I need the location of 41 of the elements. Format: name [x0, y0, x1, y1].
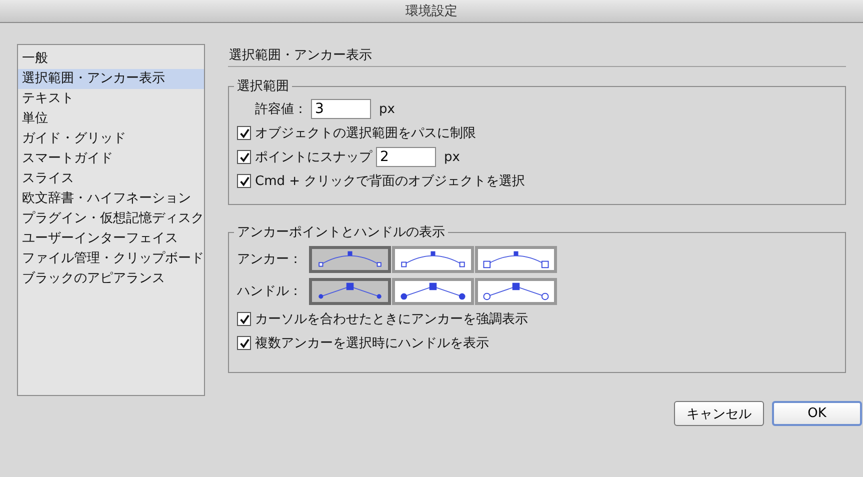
group-title: アンカーポイントとハンドルの表示: [236, 224, 446, 241]
option-label: ポイントにスナップ: [255, 149, 372, 166]
anchor-style-button[interactable]: [392, 246, 474, 272]
category-item[interactable]: 選択範囲・アンカー表示: [18, 69, 204, 89]
anchor-style-button[interactable]: [309, 246, 391, 272]
handle-style-button[interactable]: [392, 278, 474, 304]
window-title: 環境設定: [406, 3, 458, 20]
category-item[interactable]: ブラックのアピアランス: [18, 269, 204, 289]
category-item[interactable]: 欧文辞書・ハイフネーション: [18, 189, 204, 209]
category-item[interactable]: ユーザーインターフェイス: [18, 229, 204, 249]
category-item[interactable]: プラグイン・仮想記憶ディスク: [18, 209, 204, 229]
option-label: オブジェクトの選択範囲をパスに制限: [255, 125, 476, 142]
dialog-button[interactable]: キャンセル: [674, 401, 764, 426]
checkbox[interactable]: [237, 150, 251, 164]
dialog-button[interactable]: OK: [772, 401, 862, 426]
unit-label: px: [444, 150, 460, 164]
handle-style-button[interactable]: [475, 278, 557, 304]
section-heading: 選択範囲・アンカー表示: [228, 44, 846, 67]
category-item[interactable]: スマートガイド: [18, 149, 204, 169]
option-label: 複数アンカーを選択時にハンドルを表示: [255, 335, 489, 352]
unit-label: px: [379, 102, 395, 116]
handle-style-button[interactable]: [309, 278, 391, 304]
checkbox[interactable]: [237, 174, 251, 188]
field-label: ハンドル：: [237, 283, 303, 300]
checkbox[interactable]: [237, 312, 251, 326]
category-item[interactable]: スライス: [18, 169, 204, 189]
anchor-style-button[interactable]: [475, 246, 557, 272]
group-title: 選択範囲: [236, 78, 290, 95]
field-label: 許容値：: [255, 101, 307, 118]
snap-field[interactable]: 2: [376, 147, 436, 167]
category-item[interactable]: 一般: [18, 49, 204, 69]
category-item[interactable]: テキスト: [18, 89, 204, 109]
category-item[interactable]: ガイド・グリッド: [18, 129, 204, 149]
field-label: アンカー：: [237, 251, 303, 268]
tolerance-field[interactable]: 3: [311, 99, 371, 119]
category-item[interactable]: 単位: [18, 109, 204, 129]
checkbox[interactable]: [237, 336, 251, 350]
option-label: Cmd + クリックで背面のオブジェクトを選択: [255, 173, 526, 190]
checkbox[interactable]: [237, 126, 251, 140]
option-label: カーソルを合わせたときにアンカーを強調表示: [255, 311, 528, 328]
category-item[interactable]: ファイル管理・クリップボード: [18, 249, 204, 269]
